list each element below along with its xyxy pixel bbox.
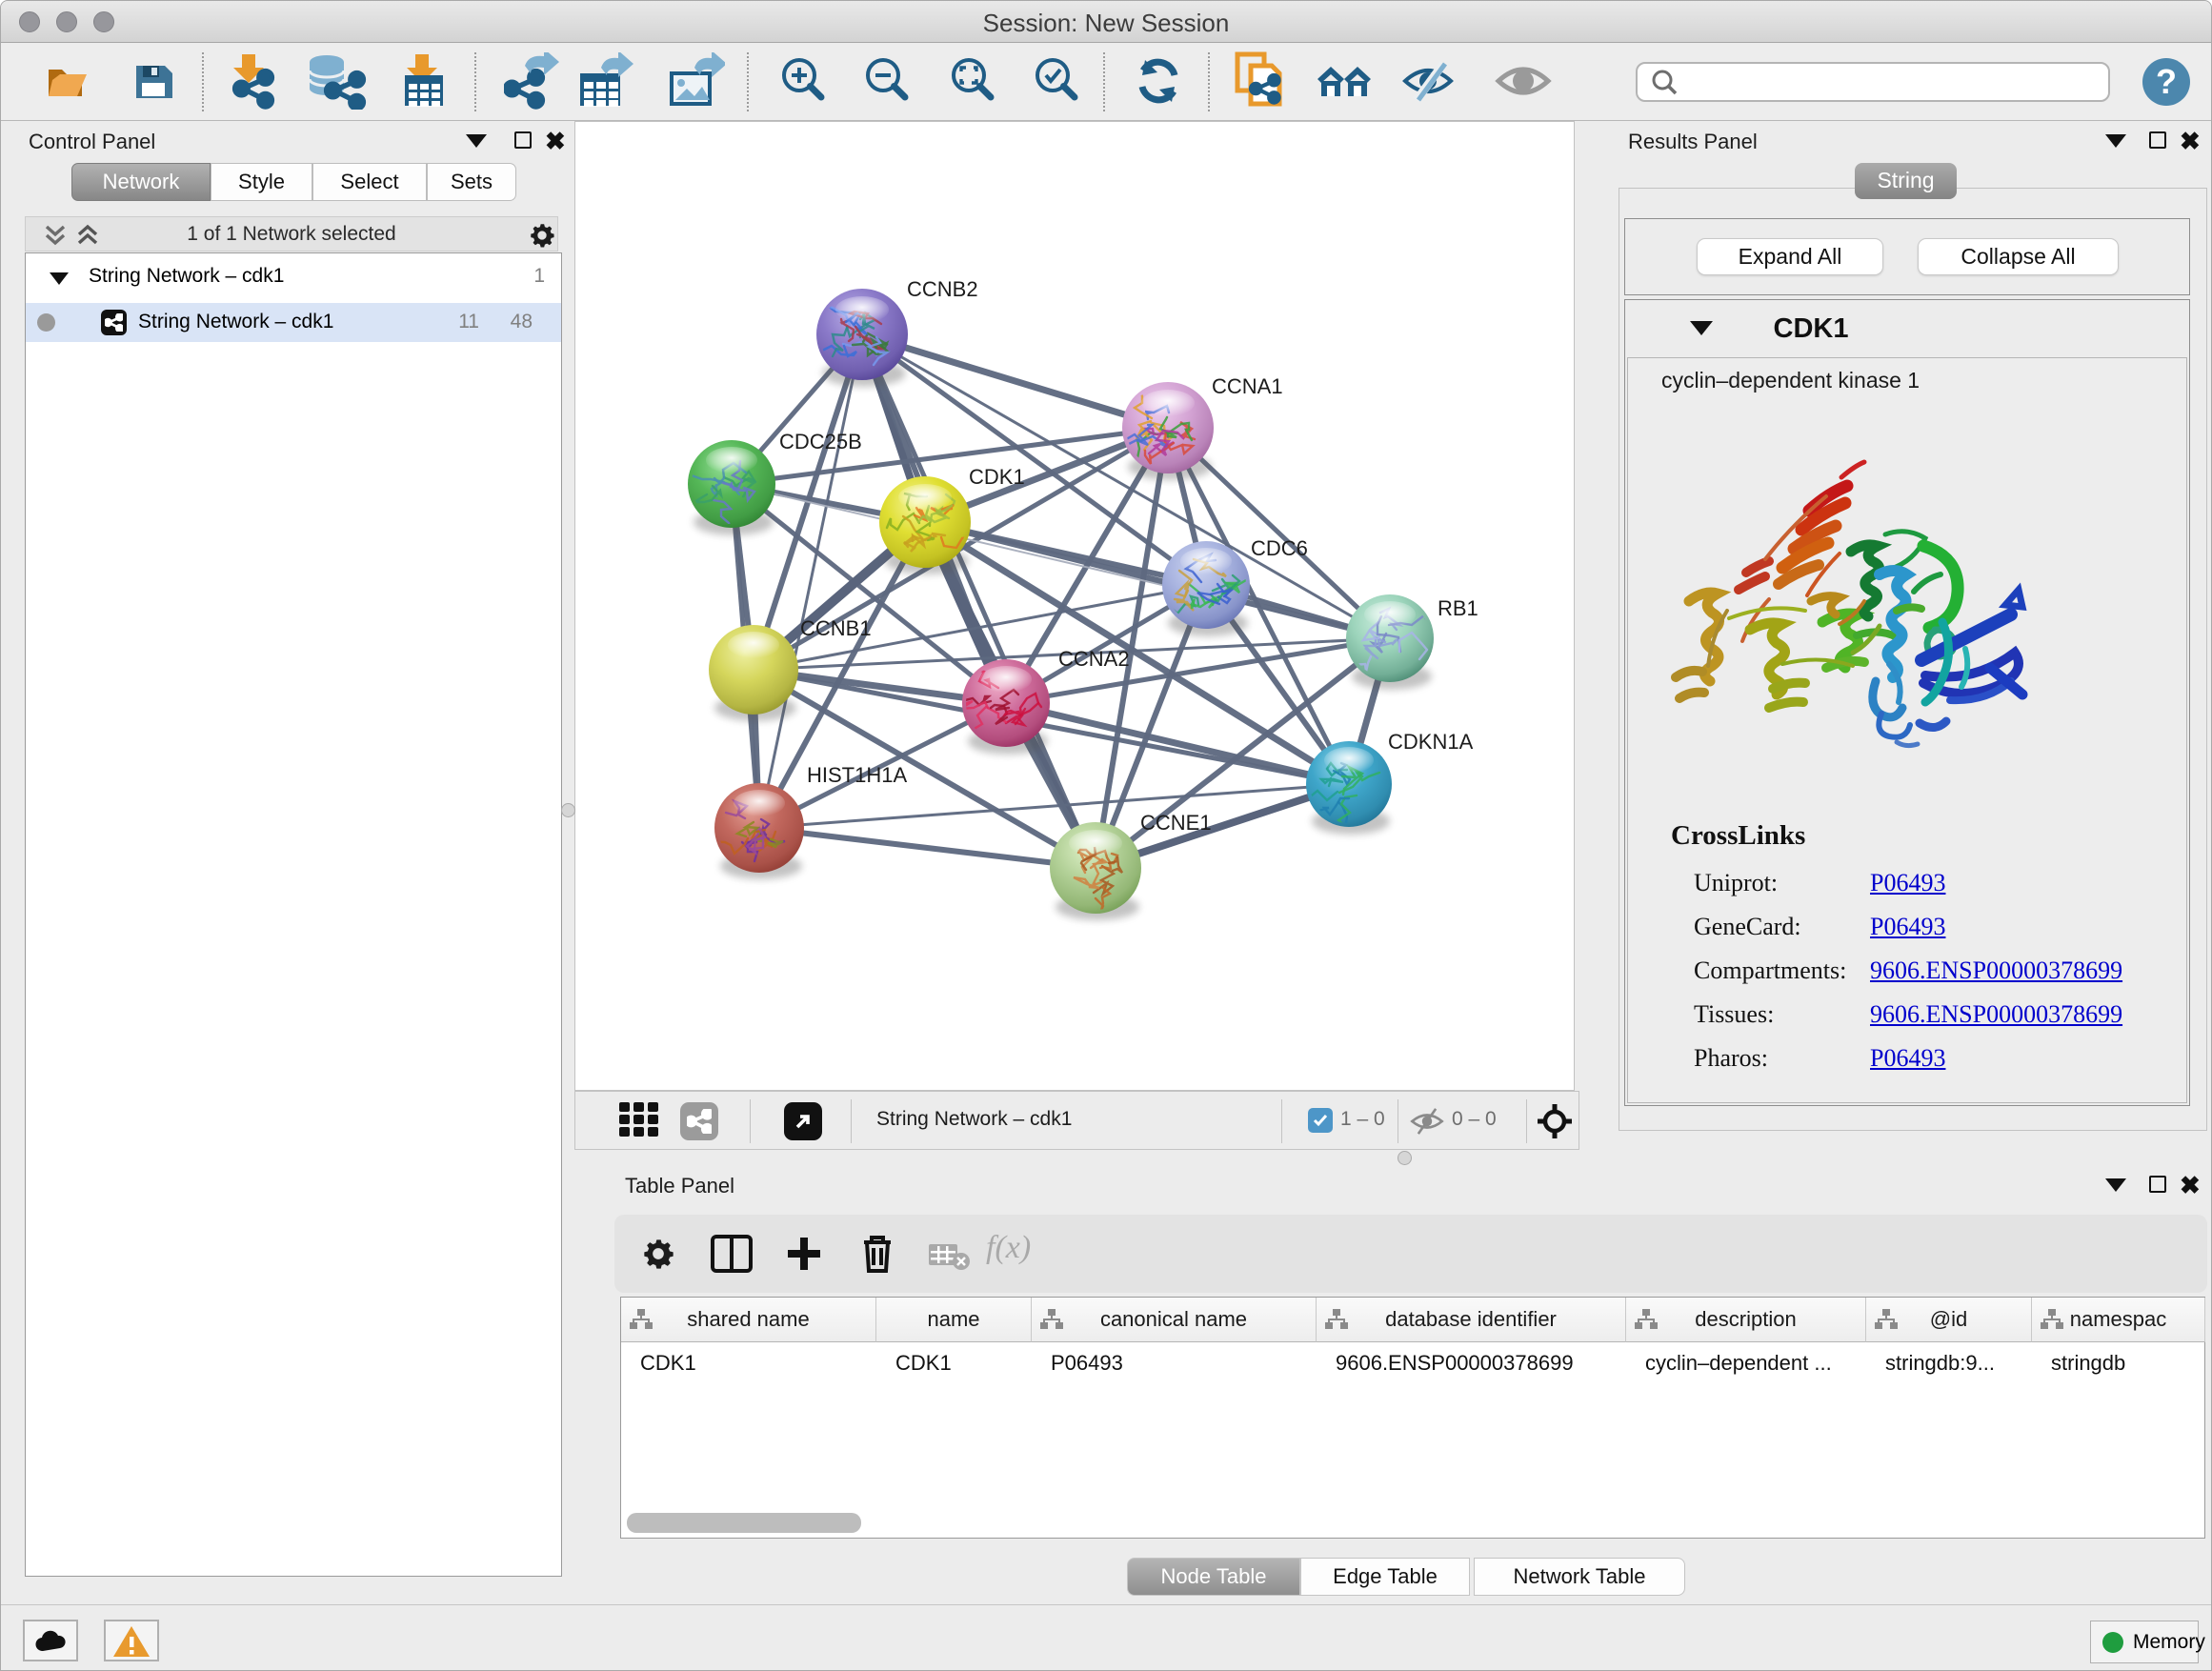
svg-text:CCNB1: CCNB1 xyxy=(800,616,872,640)
svg-text:CCNB2: CCNB2 xyxy=(907,277,978,301)
svg-text:RB1: RB1 xyxy=(1438,596,1478,620)
svg-text:CDKN1A: CDKN1A xyxy=(1388,730,1474,754)
svg-text:HIST1H1A: HIST1H1A xyxy=(807,763,907,787)
svg-text:CCNA2: CCNA2 xyxy=(1058,647,1130,671)
svg-text:CCNE1: CCNE1 xyxy=(1140,811,1212,835)
svg-text:CDC6: CDC6 xyxy=(1251,536,1308,560)
svg-text:CDK1: CDK1 xyxy=(969,465,1025,489)
svg-text:CDC25B: CDC25B xyxy=(779,430,862,453)
svg-text:CCNA1: CCNA1 xyxy=(1212,374,1283,398)
